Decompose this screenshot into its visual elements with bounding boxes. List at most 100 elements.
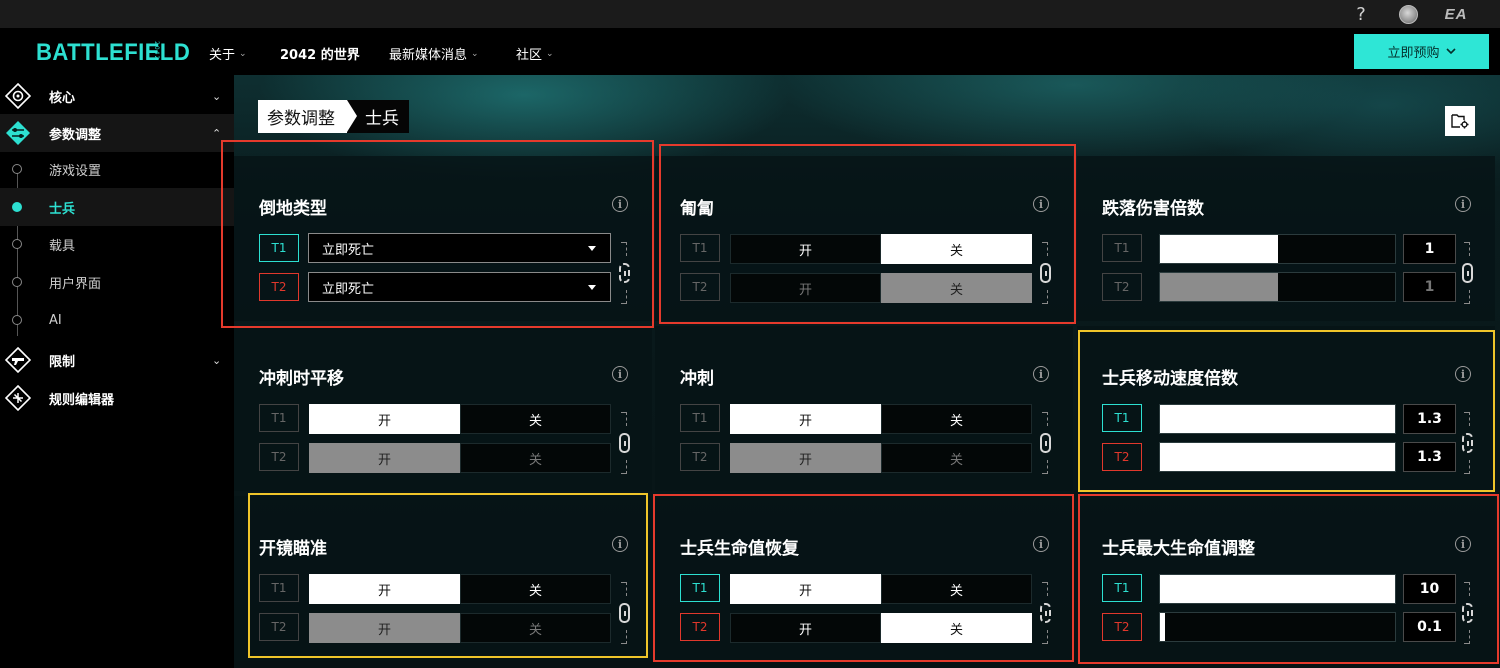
link-teams-toggle[interactable] <box>1040 242 1054 304</box>
avatar[interactable] <box>1398 3 1418 25</box>
team1-max-health-slider[interactable] <box>1159 574 1396 604</box>
link-teams-toggle[interactable] <box>619 242 633 304</box>
panel-title: 跌落伤害倍数 <box>1102 199 1204 219</box>
tree-dot <box>12 239 22 249</box>
tree-dot <box>12 164 22 174</box>
info-icon[interactable]: i <box>612 536 628 552</box>
sidebar-item-tuning[interactable]: 参数调整 ⌃ <box>0 114 234 152</box>
option-on[interactable]: 开 <box>730 273 881 303</box>
team1-badge: T1 <box>259 574 299 602</box>
unlink-icon <box>1462 433 1473 453</box>
sidebar-item-core[interactable]: 核心 ⌄ <box>0 77 234 115</box>
team2-max-health-slider[interactable] <box>1159 612 1396 642</box>
folder-gear-icon <box>1451 114 1469 129</box>
sidebar-item-vehicles[interactable]: 载具 <box>0 225 234 263</box>
team2-max-health-input[interactable]: 0.1 <box>1403 612 1456 642</box>
option-on[interactable]: 开 <box>309 613 460 643</box>
option-off[interactable]: 关 <box>460 574 611 604</box>
option-on[interactable]: 开 <box>730 443 881 473</box>
link-teams-toggle[interactable] <box>1462 242 1476 304</box>
option-off[interactable]: 关 <box>460 443 611 473</box>
sidebar-item-ai[interactable]: AI <box>0 301 234 339</box>
link-teams-toggle[interactable] <box>1462 412 1476 474</box>
info-icon[interactable]: i <box>1033 196 1049 212</box>
option-off[interactable]: 关 <box>460 613 611 643</box>
sidebar-item-soldier[interactable]: 士兵 <box>0 188 234 226</box>
option-on[interactable]: 开 <box>730 234 881 264</box>
folder-settings-button[interactable] <box>1445 106 1475 136</box>
chevron-down-icon: ⌄ <box>546 48 554 59</box>
panel-sprint: 冲刺 i T1 T2 开 关 开 关 <box>655 326 1073 491</box>
team1-fall-damage-slider[interactable] <box>1159 234 1396 264</box>
sidebar-item-restrictions[interactable]: 限制 ⌄ <box>0 341 234 379</box>
link-teams-toggle[interactable] <box>1040 412 1054 474</box>
team2-fall-damage-slider[interactable] <box>1159 272 1396 302</box>
option-off[interactable]: 关 <box>881 574 1032 604</box>
team1-move-speed-input[interactable]: 1.3 <box>1403 404 1456 434</box>
ea-logo[interactable]: EA <box>1438 3 1474 25</box>
utility-bar: ? EA <box>0 0 1500 28</box>
link-teams-toggle[interactable] <box>1462 582 1476 644</box>
sidebar-item-rules-editor[interactable]: 规则编辑器 <box>0 379 234 417</box>
info-icon[interactable]: i <box>1033 366 1049 382</box>
breadcrumb-parent[interactable]: 参数调整 <box>258 100 357 133</box>
sidebar-item-ui[interactable]: 用户界面 <box>0 263 234 301</box>
slider-fill <box>1160 235 1278 263</box>
option-on[interactable]: 开 <box>730 613 881 643</box>
nav-media[interactable]: 最新媒体消息 ⌄ <box>389 44 479 63</box>
team1-badge: T1 <box>680 404 720 432</box>
team1-move-speed-slider[interactable] <box>1159 404 1396 434</box>
info-icon[interactable]: i <box>612 196 628 212</box>
link-icon <box>1462 263 1473 283</box>
info-icon[interactable]: i <box>1033 536 1049 552</box>
preorder-button[interactable]: 立即预购 <box>1354 34 1489 69</box>
link-teams-toggle[interactable] <box>619 412 633 474</box>
sidebar-item-label: 参数调整 <box>49 127 102 143</box>
dropdown-arrow-icon <box>588 285 596 290</box>
rules-editor-icon <box>5 385 31 411</box>
option-on[interactable]: 开 <box>309 404 460 434</box>
slider-fill <box>1160 443 1395 471</box>
battlefield-logo[interactable]: BATTLEFIELD <box>36 39 190 67</box>
team1-badge: T1 <box>259 234 299 262</box>
info-icon[interactable]: i <box>1455 536 1471 552</box>
option-off[interactable]: 关 <box>881 273 1032 303</box>
team1-fall-damage-input[interactable]: 1 <box>1403 234 1456 264</box>
nav-about[interactable]: 关于 ⌄ <box>209 44 247 63</box>
link-teams-toggle[interactable] <box>1040 582 1054 644</box>
option-off[interactable]: 关 <box>881 234 1032 264</box>
info-icon[interactable]: i <box>1455 366 1471 382</box>
dropdown-arrow-icon <box>588 246 596 251</box>
option-off[interactable]: 关 <box>881 404 1032 434</box>
logo-subtitle: 2042 <box>153 41 160 61</box>
team2-move-speed-slider[interactable] <box>1159 442 1396 472</box>
panel-ads: 开镜瞄准 i T1 T2 开 关 开 关 <box>234 496 652 661</box>
sidebar-item-game-settings[interactable]: 游戏设置 <box>0 150 234 188</box>
option-on[interactable]: 开 <box>730 574 881 604</box>
slider-fill <box>1160 613 1165 641</box>
team1-badge: T1 <box>680 234 720 262</box>
nav-community[interactable]: 社区 ⌄ <box>516 44 554 63</box>
team1-down-type-select[interactable]: 立即死亡 <box>308 233 611 263</box>
team2-badge: T2 <box>259 443 299 471</box>
chevron-down-icon: ⌄ <box>212 89 222 103</box>
panel-title: 冲刺 <box>680 369 714 389</box>
panel-title: 倒地类型 <box>259 199 327 219</box>
team2-down-type-select[interactable]: 立即死亡 <box>308 272 611 302</box>
option-off[interactable]: 关 <box>881 613 1032 643</box>
team2-fall-damage-input[interactable]: 1 <box>1403 272 1456 302</box>
info-icon[interactable]: i <box>612 366 628 382</box>
link-teams-toggle[interactable] <box>619 582 633 644</box>
info-icon[interactable]: i <box>1455 196 1471 212</box>
team1-max-health-input[interactable]: 10 <box>1403 574 1456 604</box>
help-icon[interactable]: ? <box>1352 3 1370 25</box>
option-on[interactable]: 开 <box>309 443 460 473</box>
team2-move-speed-input[interactable]: 1.3 <box>1403 442 1456 472</box>
option-off[interactable]: 关 <box>881 443 1032 473</box>
option-on[interactable]: 开 <box>309 574 460 604</box>
option-off[interactable]: 关 <box>460 404 611 434</box>
nav-world[interactable]: 2042 的世界 <box>280 44 360 63</box>
option-on[interactable]: 开 <box>730 404 881 434</box>
nav-media-label: 最新媒体消息 <box>389 48 468 63</box>
team1-sprint-slide-toggle: 开 关 <box>309 404 611 434</box>
